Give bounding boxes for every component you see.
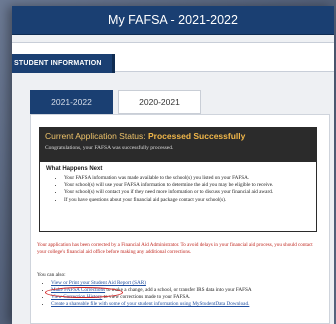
view-sar-link[interactable]: View or Print your Student Aid Report (S…	[51, 280, 146, 286]
next-steps-title: What Happens Next	[46, 166, 103, 172]
link-description: to make a change, add a school, or trans…	[105, 287, 252, 293]
list-item: Create a shareable file with some of you…	[51, 301, 334, 308]
list-item: If you have questions about your financi…	[64, 197, 310, 204]
correction-notice: Your application has been corrected by a…	[37, 242, 313, 255]
status-title: Current Application Status: Processed Su…	[45, 131, 311, 141]
also-label: You can also:	[37, 272, 66, 278]
status-message: Congratulations, your FAFSA was successf…	[45, 145, 174, 151]
status-value: Processed Successfully	[148, 131, 246, 141]
next-steps-list: Your FAFSA information was made availabl…	[46, 175, 310, 204]
list-item: Your school(s) will contact you if they …	[64, 189, 310, 196]
highlight-circle	[45, 287, 123, 298]
mystudentdata-link[interactable]: Create a shareable file with some of you…	[51, 301, 249, 307]
tab-content: Current Application Status: Processed Su…	[30, 114, 330, 324]
section-label: STUDENT INFORMATION	[12, 54, 115, 73]
year-tabs: 2021-2022 2020-2021	[30, 90, 330, 114]
fafsa-window: My FAFSA - 2021-2022 STUDENT INFORMATION…	[12, 6, 334, 324]
window-title: My FAFSA - 2021-2022	[12, 6, 334, 35]
next-steps-box: What Happens Next Your FAFSA information…	[39, 161, 317, 232]
tab-2021-2022[interactable]: 2021-2022	[30, 90, 113, 114]
tab-2020-2021[interactable]: 2020-2021	[118, 90, 201, 114]
status-box: Current Application Status: Processed Su…	[39, 127, 317, 161]
list-item: View or Print your Student Aid Report (S…	[51, 280, 334, 287]
status-prefix: Current Application Status:	[45, 131, 149, 141]
